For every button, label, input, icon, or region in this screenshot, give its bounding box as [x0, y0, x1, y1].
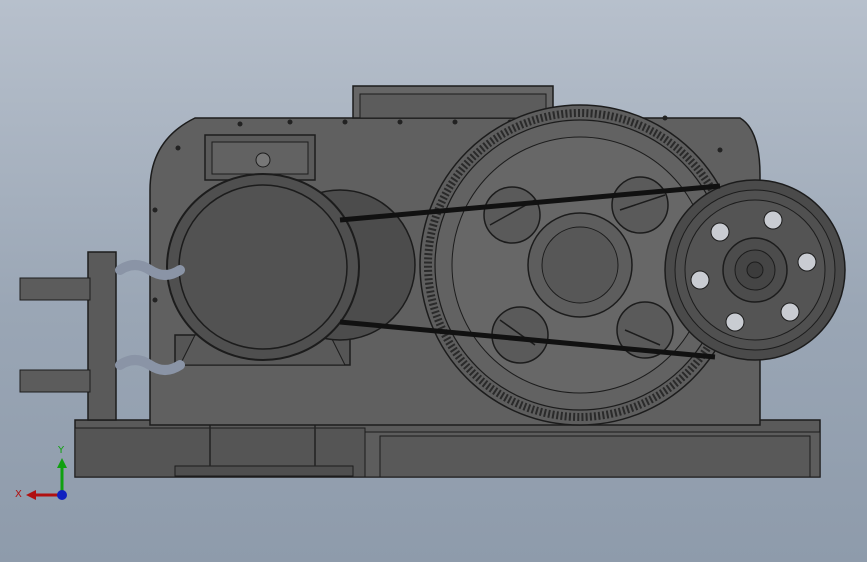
crusher-assembly-drawing: Y X [15, 85, 846, 500]
coordinate-triad-icon: Y X [15, 445, 67, 500]
drive-pulley [664, 179, 846, 361]
cad-viewport[interactable]: Y X [0, 0, 867, 562]
triad-x-label: X [15, 489, 22, 500]
triad-y-label: Y [57, 445, 65, 456]
